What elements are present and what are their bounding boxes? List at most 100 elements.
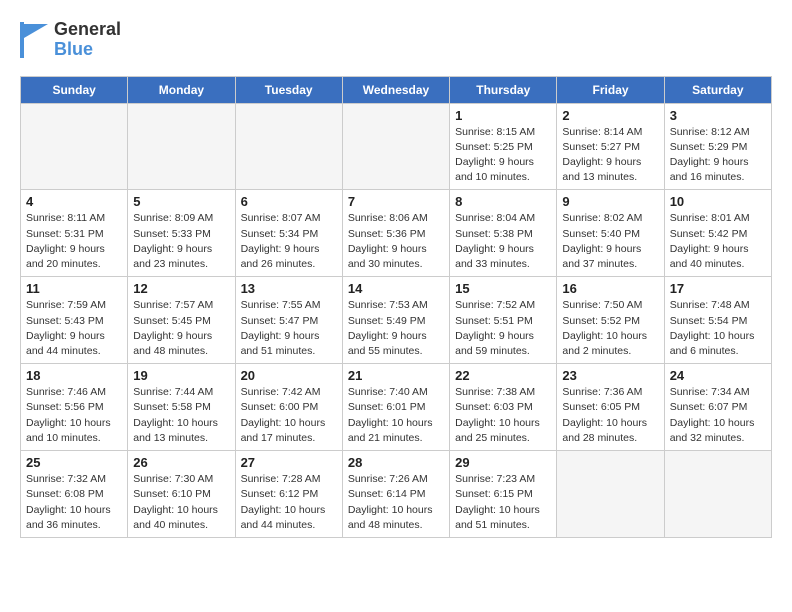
calendar-cell: 22 Sunrise: 7:38 AM Sunset: 6:03 PM Dayli… <box>450 364 557 451</box>
calendar-cell: 15Sunrise: 7:52 AM Sunset: 5:51 PM Dayli… <box>450 277 557 364</box>
day-number: 21 <box>348 368 444 383</box>
day-info: Sunrise: 7:36 AM Sunset: 6:05 PM Dayligh… <box>562 385 658 446</box>
calendar-week-3: 11 Sunrise: 7:59 AM Sunset: 5:43 PM Dayli… <box>21 277 772 364</box>
day-info: Sunrise: 7:53 AM Sunset: 5:49 PM Dayligh… <box>348 298 444 359</box>
day-info: Sunrise: 7:28 AM Sunset: 6:12 PM Dayligh… <box>241 472 337 533</box>
weekday-header-thursday: Thursday <box>450 76 557 103</box>
day-number: 25 <box>26 455 122 470</box>
day-info: Sunrise: 7:32 AM Sunset: 6:08 PM Dayligh… <box>26 472 122 533</box>
day-info: Sunrise: 8:02 AM Sunset: 5:40 PM Dayligh… <box>562 211 658 272</box>
calendar-cell: 7Sunrise: 8:06 AM Sunset: 5:36 PM Daylig… <box>342 190 449 277</box>
day-number: 1 <box>455 108 551 123</box>
weekday-header-monday: Monday <box>128 76 235 103</box>
day-info: Sunrise: 8:11 AM Sunset: 5:31 PM Dayligh… <box>26 211 122 272</box>
calendar-cell: 2Sunrise: 8:14 AM Sunset: 5:27 PM Daylig… <box>557 103 664 190</box>
day-info: Sunrise: 7:52 AM Sunset: 5:51 PM Dayligh… <box>455 298 551 359</box>
day-info: Sunrise: 8:06 AM Sunset: 5:36 PM Dayligh… <box>348 211 444 272</box>
calendar-table: SundayMondayTuesdayWednesdayThursdayFrid… <box>20 76 772 538</box>
calendar-cell: 5 Sunrise: 8:09 AM Sunset: 5:33 PM Daylig… <box>128 190 235 277</box>
day-number: 17 <box>670 281 766 296</box>
day-number: 18 <box>26 368 122 383</box>
day-number: 19 <box>133 368 229 383</box>
calendar-cell <box>235 103 342 190</box>
calendar-header-row: SundayMondayTuesdayWednesdayThursdayFrid… <box>21 76 772 103</box>
day-info: Sunrise: 8:12 AM Sunset: 5:29 PM Dayligh… <box>670 125 766 186</box>
day-number: 12 <box>133 281 229 296</box>
calendar-cell: 3 Sunrise: 8:12 AM Sunset: 5:29 PM Daylig… <box>664 103 771 190</box>
logo: General Blue <box>20 20 121 60</box>
day-number: 6 <box>241 194 337 209</box>
day-info: Sunrise: 7:42 AM Sunset: 6:00 PM Dayligh… <box>241 385 337 446</box>
logo-general-text: General <box>54 20 121 40</box>
day-info: Sunrise: 8:07 AM Sunset: 5:34 PM Dayligh… <box>241 211 337 272</box>
calendar-cell: 21Sunrise: 7:40 AM Sunset: 6:01 PM Dayli… <box>342 364 449 451</box>
day-number: 26 <box>133 455 229 470</box>
logo-blue-text: Blue <box>54 40 121 60</box>
day-number: 13 <box>241 281 337 296</box>
calendar-cell: 23 Sunrise: 7:36 AM Sunset: 6:05 PM Dayli… <box>557 364 664 451</box>
day-number: 16 <box>562 281 658 296</box>
day-info: Sunrise: 7:57 AM Sunset: 5:45 PM Dayligh… <box>133 298 229 359</box>
calendar-cell: 11 Sunrise: 7:59 AM Sunset: 5:43 PM Dayli… <box>21 277 128 364</box>
calendar-cell: 24 Sunrise: 7:34 AM Sunset: 6:07 PM Dayli… <box>664 364 771 451</box>
weekday-header-sunday: Sunday <box>21 76 128 103</box>
day-number: 24 <box>670 368 766 383</box>
calendar-cell: 6 Sunrise: 8:07 AM Sunset: 5:34 PM Daylig… <box>235 190 342 277</box>
day-info: Sunrise: 7:34 AM Sunset: 6:07 PM Dayligh… <box>670 385 766 446</box>
calendar-cell <box>557 451 664 538</box>
day-number: 5 <box>133 194 229 209</box>
day-info: Sunrise: 8:15 AM Sunset: 5:25 PM Dayligh… <box>455 125 551 186</box>
day-info: Sunrise: 8:01 AM Sunset: 5:42 PM Dayligh… <box>670 211 766 272</box>
calendar-cell: 13 Sunrise: 7:55 AM Sunset: 5:47 PM Dayli… <box>235 277 342 364</box>
day-info: Sunrise: 7:23 AM Sunset: 6:15 PM Dayligh… <box>455 472 551 533</box>
calendar-cell: 16 Sunrise: 7:50 AM Sunset: 5:52 PM Dayli… <box>557 277 664 364</box>
calendar-cell: 4 Sunrise: 8:11 AM Sunset: 5:31 PM Daylig… <box>21 190 128 277</box>
calendar-cell <box>128 103 235 190</box>
calendar-cell <box>664 451 771 538</box>
day-number: 22 <box>455 368 551 383</box>
calendar-cell: 9Sunrise: 8:02 AM Sunset: 5:40 PM Daylig… <box>557 190 664 277</box>
day-info: Sunrise: 7:26 AM Sunset: 6:14 PM Dayligh… <box>348 472 444 533</box>
day-number: 28 <box>348 455 444 470</box>
day-number: 23 <box>562 368 658 383</box>
day-info: Sunrise: 8:04 AM Sunset: 5:38 PM Dayligh… <box>455 211 551 272</box>
day-number: 4 <box>26 194 122 209</box>
calendar-cell: 12 Sunrise: 7:57 AM Sunset: 5:45 PM Dayli… <box>128 277 235 364</box>
day-info: Sunrise: 7:30 AM Sunset: 6:10 PM Dayligh… <box>133 472 229 533</box>
day-info: Sunrise: 8:09 AM Sunset: 5:33 PM Dayligh… <box>133 211 229 272</box>
calendar-cell: 28 Sunrise: 7:26 AM Sunset: 6:14 PM Dayli… <box>342 451 449 538</box>
day-info: Sunrise: 7:55 AM Sunset: 5:47 PM Dayligh… <box>241 298 337 359</box>
day-number: 3 <box>670 108 766 123</box>
page-header: General Blue <box>20 20 772 60</box>
calendar-cell: 29Sunrise: 7:23 AM Sunset: 6:15 PM Dayli… <box>450 451 557 538</box>
day-info: Sunrise: 7:50 AM Sunset: 5:52 PM Dayligh… <box>562 298 658 359</box>
day-info: Sunrise: 7:44 AM Sunset: 5:58 PM Dayligh… <box>133 385 229 446</box>
day-info: Sunrise: 7:46 AM Sunset: 5:56 PM Dayligh… <box>26 385 122 446</box>
calendar-cell: 19 Sunrise: 7:44 AM Sunset: 5:58 PM Dayli… <box>128 364 235 451</box>
day-number: 20 <box>241 368 337 383</box>
weekday-header-saturday: Saturday <box>664 76 771 103</box>
weekday-header-friday: Friday <box>557 76 664 103</box>
calendar-cell: 14 Sunrise: 7:53 AM Sunset: 5:49 PM Dayli… <box>342 277 449 364</box>
calendar-cell: 10 Sunrise: 8:01 AM Sunset: 5:42 PM Dayli… <box>664 190 771 277</box>
calendar-week-5: 25 Sunrise: 7:32 AM Sunset: 6:08 PM Dayli… <box>21 451 772 538</box>
calendar-cell: 17 Sunrise: 7:48 AM Sunset: 5:54 PM Dayli… <box>664 277 771 364</box>
calendar-cell: 20 Sunrise: 7:42 AM Sunset: 6:00 PM Dayli… <box>235 364 342 451</box>
day-number: 2 <box>562 108 658 123</box>
day-info: Sunrise: 7:48 AM Sunset: 5:54 PM Dayligh… <box>670 298 766 359</box>
calendar-cell <box>342 103 449 190</box>
day-number: 10 <box>670 194 766 209</box>
calendar-cell: 1 Sunrise: 8:15 AM Sunset: 5:25 PM Daylig… <box>450 103 557 190</box>
day-info: Sunrise: 7:59 AM Sunset: 5:43 PM Dayligh… <box>26 298 122 359</box>
calendar-cell: 25 Sunrise: 7:32 AM Sunset: 6:08 PM Dayli… <box>21 451 128 538</box>
day-number: 14 <box>348 281 444 296</box>
calendar-week-1: 1 Sunrise: 8:15 AM Sunset: 5:25 PM Daylig… <box>21 103 772 190</box>
calendar-cell: 27Sunrise: 7:28 AM Sunset: 6:12 PM Dayli… <box>235 451 342 538</box>
day-number: 8 <box>455 194 551 209</box>
calendar-week-2: 4 Sunrise: 8:11 AM Sunset: 5:31 PM Daylig… <box>21 190 772 277</box>
calendar-cell: 8 Sunrise: 8:04 AM Sunset: 5:38 PM Daylig… <box>450 190 557 277</box>
day-info: Sunrise: 7:38 AM Sunset: 6:03 PM Dayligh… <box>455 385 551 446</box>
calendar-cell: 18 Sunrise: 7:46 AM Sunset: 5:56 PM Dayli… <box>21 364 128 451</box>
day-number: 11 <box>26 281 122 296</box>
calendar-cell <box>21 103 128 190</box>
